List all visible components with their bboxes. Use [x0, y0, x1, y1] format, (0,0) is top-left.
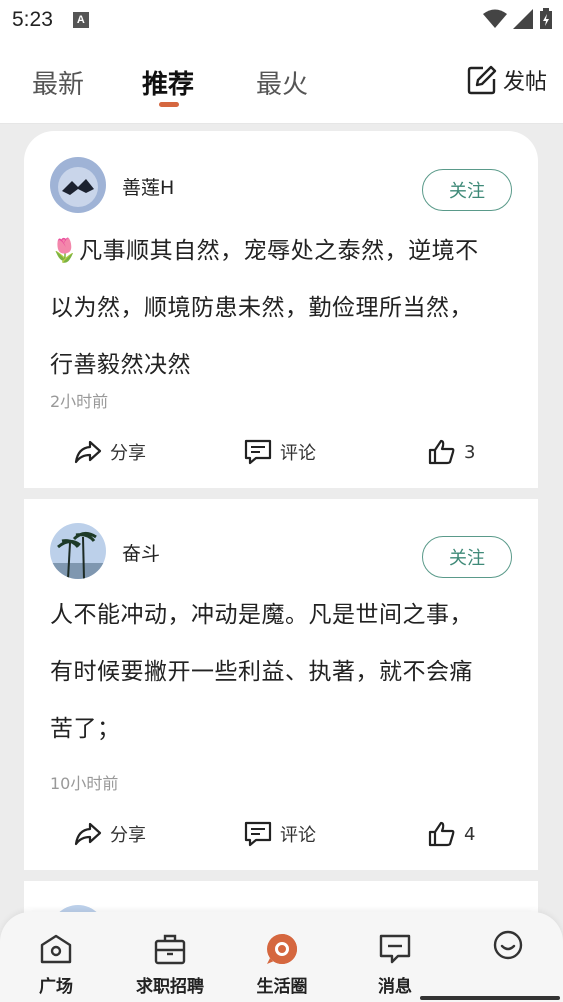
post-card[interactable]: 奋斗 关注 人不能冲动，冲动是魔。凡是世间之事， 有时候要撇开一些利益、执著，就…: [24, 499, 538, 870]
follow-button[interactable]: 关注: [422, 169, 512, 211]
top-tab-bar: 最新 推荐 最火 发帖: [0, 40, 563, 124]
post-content-line: 🌷凡事顺其自然，宠辱处之泰然，逆境不: [50, 238, 479, 264]
tab-latest[interactable]: 最新: [32, 64, 84, 101]
life-circle-icon: [267, 934, 297, 964]
post-content: 人不能冲动，冲动是魔。凡是世间之事， 有时候要撇开一些利益、执著，就不会痛 苦了…: [50, 587, 520, 758]
briefcase-icon: [154, 934, 186, 965]
gesture-bar: [420, 996, 560, 1000]
battery-icon: [540, 8, 552, 29]
comment-button[interactable]: 评论: [244, 439, 316, 465]
like-count: 3: [464, 441, 476, 463]
post-content: 🌷凡事顺其自然，宠辱处之泰然，逆境不 以为然，顺境防患未然，勤俭理所当然， 行善…: [50, 223, 520, 394]
post-content-line: 行善毅然决然: [50, 352, 191, 378]
status-bar: 5:23 A: [0, 0, 563, 40]
post-time: 2小时前: [50, 392, 109, 411]
status-indicators: [483, 8, 553, 30]
avatar[interactable]: [50, 523, 106, 579]
bottom-nav: 广场 求职招聘 生活圈 消息: [0, 912, 563, 1002]
like-button[interactable]: 3: [428, 439, 475, 465]
thumbs-up-icon: [428, 821, 455, 847]
thumbs-up-icon: [428, 439, 455, 465]
share-icon: [74, 822, 102, 846]
tab-hottest[interactable]: 最火: [256, 64, 308, 101]
edit-icon: [467, 65, 497, 95]
post-content-line: 有时候要撇开一些利益、执著，就不会痛: [50, 659, 473, 685]
share-label: 分享: [110, 825, 146, 846]
avatar[interactable]: [50, 157, 106, 213]
like-button[interactable]: 4: [428, 821, 475, 847]
signal-icon: [513, 9, 533, 29]
nav-plaza-label: 广场: [39, 977, 73, 997]
like-count: 4: [464, 823, 476, 845]
nav-plaza[interactable]: 广场: [30, 912, 82, 1002]
nav-messages[interactable]: 消息: [370, 912, 420, 1002]
follow-button[interactable]: 关注: [422, 536, 512, 578]
share-button[interactable]: 分享: [74, 439, 146, 465]
share-button[interactable]: 分享: [74, 821, 146, 847]
post-card[interactable]: 善莲H 关注 🌷凡事顺其自然，宠辱处之泰然，逆境不 以为然，顺境防患未然，勤俭理…: [24, 131, 538, 488]
username[interactable]: 奋斗: [122, 539, 160, 566]
post-content-line: 苦了；: [50, 716, 121, 742]
square-home-icon: [40, 934, 72, 964]
share-label: 分享: [110, 443, 146, 464]
share-icon: [74, 440, 102, 464]
message-icon: [379, 934, 411, 964]
nav-jobs[interactable]: 求职招聘: [128, 912, 212, 1002]
post-button[interactable]: 发帖: [467, 64, 547, 96]
tab-recommended[interactable]: 推荐: [142, 64, 194, 101]
active-tab-indicator: [159, 102, 179, 107]
comment-icon: [244, 439, 272, 465]
nav-life-circle-label: 生活圈: [256, 977, 308, 997]
post-time: 10小时前: [50, 774, 119, 793]
post-content-line: 以为然，顺境防患未然，勤俭理所当然，: [50, 295, 473, 321]
nav-life-circle[interactable]: 生活圈: [250, 912, 314, 1002]
post-content-line: 人不能冲动，冲动是魔。凡是世间之事，: [50, 602, 473, 628]
nav-profile[interactable]: [488, 912, 528, 1002]
post-button-label: 发帖: [502, 70, 547, 95]
wifi-icon: [483, 9, 507, 28]
username[interactable]: 善莲H: [122, 173, 174, 200]
comment-label: 评论: [280, 443, 316, 464]
smiley-icon: [493, 930, 523, 960]
notification-badge: A: [72, 12, 89, 28]
nav-jobs-label: 求职招聘: [136, 977, 204, 997]
comment-label: 评论: [280, 825, 316, 846]
comment-button[interactable]: 评论: [244, 821, 316, 847]
nav-messages-label: 消息: [378, 977, 412, 997]
comment-icon: [244, 821, 272, 847]
status-time: 5:23: [12, 8, 53, 31]
